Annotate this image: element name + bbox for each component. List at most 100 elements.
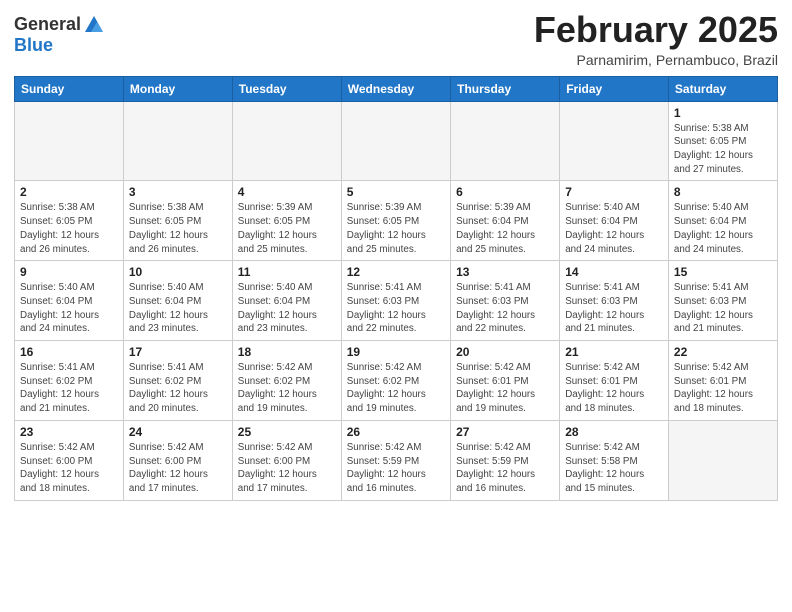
day-info: Sunrise: 5:41 AM Sunset: 6:02 PM Dayligh… bbox=[20, 361, 118, 416]
day-number: 14 bbox=[565, 265, 663, 279]
calendar-day-cell bbox=[123, 101, 232, 181]
calendar-day-header: Saturday bbox=[668, 76, 777, 101]
calendar-day-cell bbox=[668, 420, 777, 500]
calendar-table: SundayMondayTuesdayWednesdayThursdayFrid… bbox=[14, 76, 778, 501]
calendar-day-cell: 27 Sunrise: 5:42 AM Sunset: 5:59 PM Dayli… bbox=[451, 420, 560, 500]
day-number: 2 bbox=[20, 185, 118, 199]
calendar-day-cell: 18 Sunrise: 5:42 AM Sunset: 6:02 PM Dayli… bbox=[232, 341, 341, 421]
day-number: 17 bbox=[129, 345, 227, 359]
day-number: 25 bbox=[238, 425, 336, 439]
calendar-day-cell: 3 Sunrise: 5:38 AM Sunset: 6:05 PM Daylig… bbox=[123, 181, 232, 261]
day-number: 28 bbox=[565, 425, 663, 439]
calendar-day-cell: 1 Sunrise: 5:38 AM Sunset: 6:05 PM Daylig… bbox=[668, 101, 777, 181]
day-info: Sunrise: 5:42 AM Sunset: 5:59 PM Dayligh… bbox=[347, 441, 445, 496]
day-info: Sunrise: 5:42 AM Sunset: 6:01 PM Dayligh… bbox=[456, 361, 554, 416]
day-number: 20 bbox=[456, 345, 554, 359]
day-info: Sunrise: 5:42 AM Sunset: 6:02 PM Dayligh… bbox=[347, 361, 445, 416]
day-number: 15 bbox=[674, 265, 772, 279]
day-number: 13 bbox=[456, 265, 554, 279]
day-number: 6 bbox=[456, 185, 554, 199]
day-info: Sunrise: 5:42 AM Sunset: 6:00 PM Dayligh… bbox=[20, 441, 118, 496]
day-info: Sunrise: 5:38 AM Sunset: 6:05 PM Dayligh… bbox=[20, 201, 118, 256]
day-info: Sunrise: 5:40 AM Sunset: 6:04 PM Dayligh… bbox=[674, 201, 772, 256]
day-number: 24 bbox=[129, 425, 227, 439]
calendar-day-cell bbox=[15, 101, 124, 181]
day-info: Sunrise: 5:42 AM Sunset: 5:58 PM Dayligh… bbox=[565, 441, 663, 496]
day-number: 18 bbox=[238, 345, 336, 359]
calendar-day-cell: 28 Sunrise: 5:42 AM Sunset: 5:58 PM Dayli… bbox=[560, 420, 669, 500]
day-info: Sunrise: 5:41 AM Sunset: 6:02 PM Dayligh… bbox=[129, 361, 227, 416]
calendar-day-header: Thursday bbox=[451, 76, 560, 101]
day-number: 19 bbox=[347, 345, 445, 359]
day-info: Sunrise: 5:40 AM Sunset: 6:04 PM Dayligh… bbox=[20, 281, 118, 336]
calendar-day-cell: 7Sunrise: 5:40 AM Sunset: 6:04 PM Daylig… bbox=[560, 181, 669, 261]
day-info: Sunrise: 5:41 AM Sunset: 6:03 PM Dayligh… bbox=[347, 281, 445, 336]
calendar-day-cell bbox=[341, 101, 450, 181]
calendar-day-cell: 5Sunrise: 5:39 AM Sunset: 6:05 PM Daylig… bbox=[341, 181, 450, 261]
calendar-day-header: Sunday bbox=[15, 76, 124, 101]
calendar-week-row: 23 Sunrise: 5:42 AM Sunset: 6:00 PM Dayli… bbox=[15, 420, 778, 500]
day-number: 9 bbox=[20, 265, 118, 279]
day-number: 21 bbox=[565, 345, 663, 359]
day-info: Sunrise: 5:38 AM Sunset: 6:05 PM Dayligh… bbox=[129, 201, 227, 256]
logo-general-text: General bbox=[14, 15, 81, 35]
calendar-header-row: SundayMondayTuesdayWednesdayThursdayFrid… bbox=[15, 76, 778, 101]
day-number: 27 bbox=[456, 425, 554, 439]
calendar-day-cell: 24 Sunrise: 5:42 AM Sunset: 6:00 PM Dayli… bbox=[123, 420, 232, 500]
calendar-day-cell: 2 Sunrise: 5:38 AM Sunset: 6:05 PM Daylig… bbox=[15, 181, 124, 261]
calendar-week-row: 16Sunrise: 5:41 AM Sunset: 6:02 PM Dayli… bbox=[15, 341, 778, 421]
calendar-day-header: Wednesday bbox=[341, 76, 450, 101]
header: General Blue February 2025 Parnamirim, P… bbox=[14, 10, 778, 68]
day-info: Sunrise: 5:42 AM Sunset: 5:59 PM Dayligh… bbox=[456, 441, 554, 496]
calendar-day-header: Monday bbox=[123, 76, 232, 101]
day-number: 1 bbox=[674, 106, 772, 120]
logo-icon bbox=[83, 14, 105, 36]
day-info: Sunrise: 5:42 AM Sunset: 6:00 PM Dayligh… bbox=[238, 441, 336, 496]
day-number: 10 bbox=[129, 265, 227, 279]
day-info: Sunrise: 5:42 AM Sunset: 6:00 PM Dayligh… bbox=[129, 441, 227, 496]
calendar-day-cell: 6 Sunrise: 5:39 AM Sunset: 6:04 PM Daylig… bbox=[451, 181, 560, 261]
day-number: 26 bbox=[347, 425, 445, 439]
calendar-day-cell: 9 Sunrise: 5:40 AM Sunset: 6:04 PM Daylig… bbox=[15, 261, 124, 341]
day-info: Sunrise: 5:40 AM Sunset: 6:04 PM Dayligh… bbox=[238, 281, 336, 336]
calendar-day-cell: 12 Sunrise: 5:41 AM Sunset: 6:03 PM Dayli… bbox=[341, 261, 450, 341]
day-info: Sunrise: 5:39 AM Sunset: 6:04 PM Dayligh… bbox=[456, 201, 554, 256]
calendar-week-row: 2 Sunrise: 5:38 AM Sunset: 6:05 PM Daylig… bbox=[15, 181, 778, 261]
month-year-title: February 2025 bbox=[534, 10, 778, 50]
day-info: Sunrise: 5:40 AM Sunset: 6:04 PM Dayligh… bbox=[565, 201, 663, 256]
day-number: 12 bbox=[347, 265, 445, 279]
day-number: 22 bbox=[674, 345, 772, 359]
calendar-day-cell: 13 Sunrise: 5:41 AM Sunset: 6:03 PM Dayli… bbox=[451, 261, 560, 341]
calendar-day-cell: 19 Sunrise: 5:42 AM Sunset: 6:02 PM Dayli… bbox=[341, 341, 450, 421]
day-info: Sunrise: 5:39 AM Sunset: 6:05 PM Dayligh… bbox=[238, 201, 336, 256]
title-block: February 2025 Parnamirim, Pernambuco, Br… bbox=[534, 10, 778, 68]
calendar-week-row: 1 Sunrise: 5:38 AM Sunset: 6:05 PM Daylig… bbox=[15, 101, 778, 181]
calendar-day-cell bbox=[232, 101, 341, 181]
calendar-day-cell: 17 Sunrise: 5:41 AM Sunset: 6:02 PM Dayli… bbox=[123, 341, 232, 421]
day-info: Sunrise: 5:41 AM Sunset: 6:03 PM Dayligh… bbox=[565, 281, 663, 336]
calendar-day-cell bbox=[560, 101, 669, 181]
location-subtitle: Parnamirim, Pernambuco, Brazil bbox=[534, 52, 778, 68]
calendar-day-cell bbox=[451, 101, 560, 181]
day-info: Sunrise: 5:41 AM Sunset: 6:03 PM Dayligh… bbox=[674, 281, 772, 336]
day-number: 3 bbox=[129, 185, 227, 199]
day-number: 23 bbox=[20, 425, 118, 439]
calendar-day-header: Tuesday bbox=[232, 76, 341, 101]
day-info: Sunrise: 5:41 AM Sunset: 6:03 PM Dayligh… bbox=[456, 281, 554, 336]
logo: General Blue bbox=[14, 14, 105, 56]
day-number: 11 bbox=[238, 265, 336, 279]
day-info: Sunrise: 5:42 AM Sunset: 6:02 PM Dayligh… bbox=[238, 361, 336, 416]
day-info: Sunrise: 5:42 AM Sunset: 6:01 PM Dayligh… bbox=[674, 361, 772, 416]
calendar-day-cell: 16Sunrise: 5:41 AM Sunset: 6:02 PM Dayli… bbox=[15, 341, 124, 421]
day-info: Sunrise: 5:38 AM Sunset: 6:05 PM Dayligh… bbox=[674, 122, 772, 177]
calendar-day-cell: 20 Sunrise: 5:42 AM Sunset: 6:01 PM Dayli… bbox=[451, 341, 560, 421]
calendar-day-header: Friday bbox=[560, 76, 669, 101]
day-number: 4 bbox=[238, 185, 336, 199]
logo-blue-text: Blue bbox=[14, 36, 105, 56]
calendar-day-cell: 21 Sunrise: 5:42 AM Sunset: 6:01 PM Dayli… bbox=[560, 341, 669, 421]
calendar-day-cell: 22 Sunrise: 5:42 AM Sunset: 6:01 PM Dayli… bbox=[668, 341, 777, 421]
day-info: Sunrise: 5:40 AM Sunset: 6:04 PM Dayligh… bbox=[129, 281, 227, 336]
calendar-day-cell: 4 Sunrise: 5:39 AM Sunset: 6:05 PM Daylig… bbox=[232, 181, 341, 261]
day-info: Sunrise: 5:42 AM Sunset: 6:01 PM Dayligh… bbox=[565, 361, 663, 416]
calendar-day-cell: 14 Sunrise: 5:41 AM Sunset: 6:03 PM Dayli… bbox=[560, 261, 669, 341]
